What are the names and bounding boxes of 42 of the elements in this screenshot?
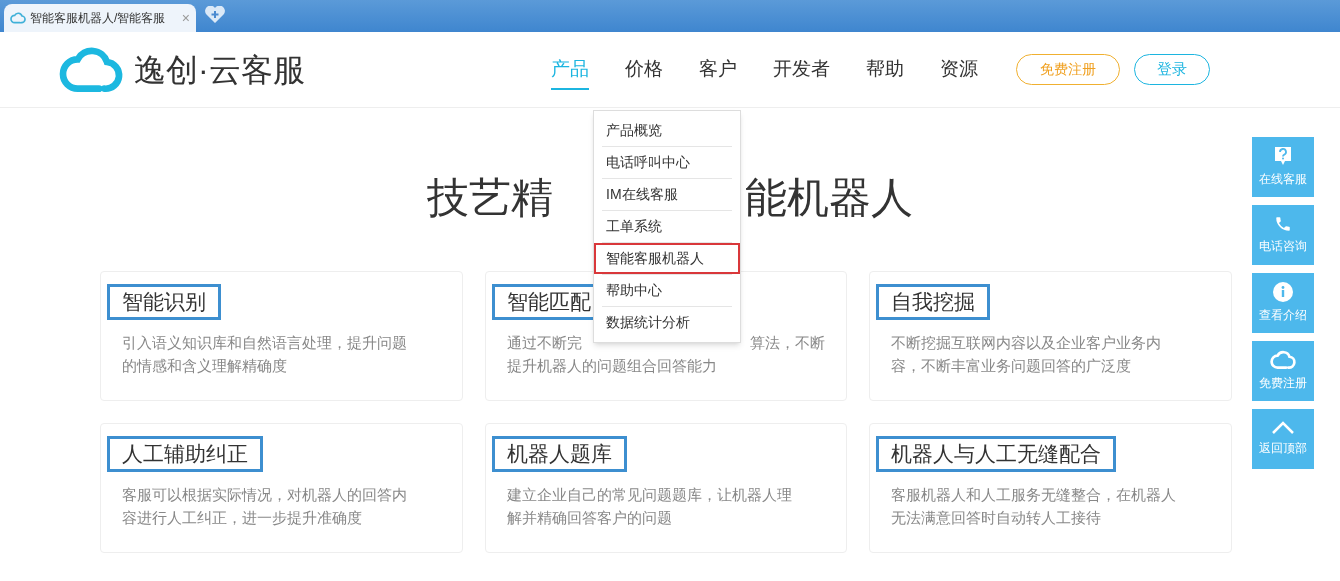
phone-icon bbox=[1274, 215, 1292, 233]
dropdown-item[interactable]: 产品概览 bbox=[594, 115, 740, 146]
dropdown-item[interactable]: IM在线客服 bbox=[594, 179, 740, 210]
nav-link[interactable]: 开发者 bbox=[772, 49, 830, 90]
card-description: 客服机器人和人工服务无缝整合，在机器人 bbox=[891, 485, 1177, 505]
cloud-icon bbox=[1270, 350, 1296, 370]
card-description: 无法满意回答时自动转人工接待 bbox=[891, 508, 1102, 528]
nav-link[interactable]: 价格 bbox=[624, 49, 663, 90]
card-description: 建立企业自己的常见问题题库，让机器人理 bbox=[506, 485, 792, 505]
tab-title: 智能客服机器人/智能客服 bbox=[30, 10, 166, 27]
dropdown-item[interactable]: 智能客服机器人 bbox=[594, 243, 740, 274]
card-title: 机器人与人工无缝配合 bbox=[876, 436, 1117, 472]
chevron-up-icon bbox=[1271, 421, 1295, 435]
info-icon bbox=[1273, 282, 1293, 302]
logo[interactable]: 逸创·云客服 bbox=[58, 45, 305, 94]
nav-link[interactable]: 客户 bbox=[698, 49, 737, 90]
card-description: 不断挖掘互联网内容以及企业客户业务内 bbox=[891, 333, 1162, 353]
browser-tab[interactable]: 智能客服机器人/智能客服 × bbox=[4, 4, 196, 32]
card-description: 解并精确回答客户的问题 bbox=[506, 508, 672, 528]
card-description: 客服可以根据实际情况，对机器人的回答内 bbox=[122, 485, 407, 505]
help-icon bbox=[1274, 146, 1292, 166]
card-description: 算法，不断 bbox=[749, 333, 825, 353]
card-description: 容，不断丰富业务问题回答的广泛度 bbox=[891, 356, 1132, 376]
card-description: 容进行人工纠正，进一步提升准确度 bbox=[122, 508, 362, 528]
card-title: 自我挖掘 bbox=[876, 284, 991, 320]
new-tab-icon[interactable] bbox=[204, 6, 226, 24]
dropdown-item[interactable]: 工单系统 bbox=[594, 211, 740, 242]
page-heading: 能机器人 bbox=[745, 173, 913, 223]
dropdown-item[interactable]: 电话呼叫中心 bbox=[594, 147, 740, 178]
card-title: 人工辅助纠正 bbox=[107, 436, 263, 472]
card-description: 通过不断完 bbox=[506, 333, 582, 353]
card-title: 智能识别 bbox=[107, 284, 221, 320]
cloud-icon bbox=[10, 12, 26, 24]
nav-link[interactable]: 资源 bbox=[939, 49, 978, 90]
card-description: 提升机器人的问题组合回答能力 bbox=[506, 356, 717, 376]
card-title: 机器人题库 bbox=[491, 436, 627, 472]
logo-icon bbox=[58, 45, 124, 94]
nav-link[interactable]: 帮助 bbox=[865, 49, 904, 90]
logo-text: 逸创·云客服 bbox=[134, 50, 305, 90]
card-description: 的情感和含义理解精确度 bbox=[122, 356, 287, 376]
page-heading: 技艺精 bbox=[427, 173, 553, 223]
card-description: 引入语义知识库和自然语言处理，提升问题 bbox=[122, 333, 407, 353]
